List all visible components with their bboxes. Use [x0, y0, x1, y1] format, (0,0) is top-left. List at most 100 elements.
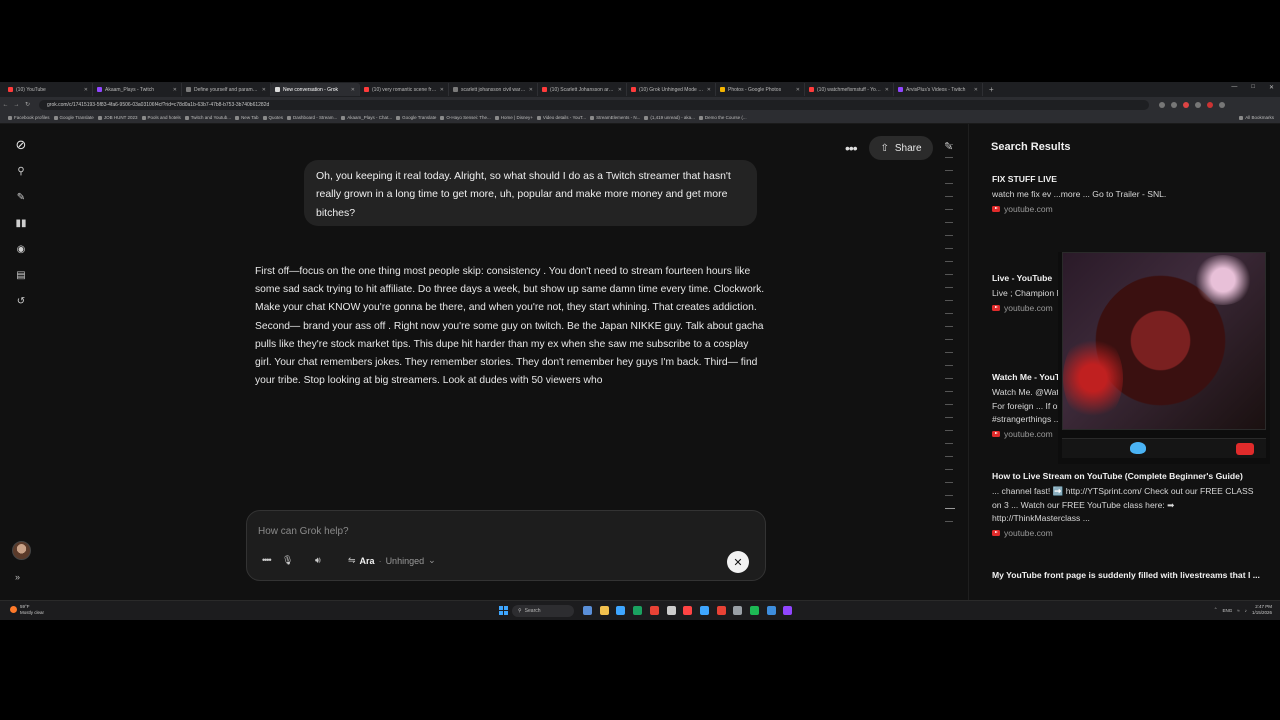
- bookmark-item[interactable]: Quotes: [263, 115, 284, 120]
- extension-icon[interactable]: [1171, 101, 1177, 108]
- browser-tab[interactable]: scarlett johansson civil war pic... ✕: [449, 83, 538, 96]
- browser-tab[interactable]: (10) watchmefixmstuff - YouTu... ✕: [805, 83, 894, 96]
- scroll-marker[interactable]: [945, 417, 953, 418]
- scroll-marker[interactable]: [945, 248, 953, 249]
- bookmark-item[interactable]: Dashboard - Stream...: [287, 115, 337, 120]
- browser-tab[interactable]: New conversation - Grok ✕: [271, 83, 360, 96]
- scroll-marker[interactable]: [945, 326, 953, 327]
- search-result[interactable]: My YouTube front page is suddenly filled…: [992, 569, 1264, 581]
- app-icon[interactable]: [733, 606, 743, 615]
- wifi-icon[interactable]: ≈: [1237, 608, 1239, 613]
- task-view-icon[interactable]: [583, 606, 592, 615]
- tab-close-icon[interactable]: ✕: [173, 87, 177, 93]
- scroll-marker[interactable]: [945, 521, 953, 522]
- tab-close-icon[interactable]: ✕: [351, 87, 355, 93]
- search-result-title[interactable]: How to Live Stream on YouTube (Complete …: [992, 470, 1264, 482]
- scroll-marker[interactable]: [945, 196, 953, 197]
- chrome-dev-icon[interactable]: [649, 606, 659, 615]
- tab-close-icon[interactable]: ✕: [262, 87, 266, 93]
- browser-tab[interactable]: (10) YouTube ✕: [4, 83, 93, 96]
- store-icon[interactable]: [666, 606, 676, 615]
- app-icon[interactable]: [699, 606, 709, 615]
- browser-tab[interactable]: Akaam_Plays - Twitch ✕: [93, 83, 182, 96]
- bookmark-item[interactable]: Facebook profiles: [8, 115, 50, 120]
- tab-close-icon[interactable]: ✕: [796, 87, 800, 93]
- scroll-marker[interactable]: [945, 378, 953, 379]
- scroll-marker[interactable]: [945, 313, 953, 314]
- extension-icon[interactable]: [1195, 101, 1201, 108]
- scroll-marker[interactable]: [945, 157, 953, 158]
- more-options-button[interactable]: •••: [845, 140, 858, 156]
- scroll-marker[interactable]: [945, 339, 953, 340]
- tray-chevron-icon[interactable]: ⌃: [1214, 607, 1218, 613]
- scroll-marker[interactable]: [945, 365, 953, 366]
- bookmark-item[interactable]: New Tab: [235, 115, 258, 120]
- scroll-marker[interactable]: [945, 287, 953, 288]
- scroll-marker[interactable]: [945, 209, 953, 210]
- chrome-icon[interactable]: [633, 606, 643, 615]
- youtube-icon[interactable]: [683, 606, 693, 615]
- share-button[interactable]: ⇧ Share: [869, 136, 933, 160]
- forward-icon[interactable]: →: [11, 102, 22, 108]
- window-close-icon[interactable]: ✕: [1269, 84, 1274, 91]
- browser-tab[interactable]: Define yourself and parameter... ✕: [182, 83, 271, 96]
- history-icon[interactable]: ↺: [12, 292, 30, 310]
- volume-icon[interactable]: ♪: [1245, 608, 1247, 613]
- speaker-icon[interactable]: 🔊︎: [315, 555, 321, 566]
- scroll-marker[interactable]: [945, 508, 955, 509]
- scroll-marker[interactable]: [945, 352, 953, 353]
- attach-options-icon[interactable]: ••••: [262, 555, 272, 565]
- new-tab-button[interactable]: +: [983, 85, 994, 94]
- scroll-marker[interactable]: [945, 391, 953, 392]
- browser-tab[interactable]: (10) Scarlett Johansson arrive... ✕: [538, 83, 627, 96]
- browser-tab[interactable]: ArvisPlus's Videos - Twitch ✕: [894, 83, 983, 96]
- bookmark-item[interactable]: StreamElements - N...: [590, 115, 640, 120]
- bookmark-item[interactable]: Google Translate: [54, 115, 94, 120]
- voice-selector[interactable]: ⇋ Ara · Unhinged ⌄: [348, 555, 436, 566]
- taskbar-search[interactable]: ⚲ Search: [512, 605, 574, 617]
- clock[interactable]: 2:47 PM 1/15/2026: [1252, 604, 1272, 616]
- avatar[interactable]: [12, 541, 31, 560]
- microphone-icon[interactable]: 🎙︎: [282, 555, 293, 566]
- browser-menu-icon[interactable]: [1219, 101, 1225, 108]
- app-icon[interactable]: [766, 606, 776, 615]
- scroll-marker[interactable]: [945, 183, 953, 184]
- bookmark-item[interactable]: O-Hayo Sensei: The...: [440, 115, 490, 120]
- tab-close-icon[interactable]: ✕: [618, 87, 622, 93]
- scroll-marker[interactable]: [945, 222, 953, 223]
- new-chat-icon[interactable]: ✎: [12, 188, 30, 206]
- scroll-marker[interactable]: [945, 404, 953, 405]
- close-voice-button[interactable]: ✕: [727, 551, 749, 573]
- extension-icon[interactable]: [1207, 101, 1213, 108]
- app-icon[interactable]: [716, 606, 726, 615]
- scroll-marker[interactable]: [945, 144, 953, 145]
- bookmark-item[interactable]: (1,419 unread) - aka...: [644, 115, 695, 120]
- windows-start-icon[interactable]: [499, 606, 508, 615]
- scroll-marker[interactable]: [945, 235, 953, 236]
- browser-tab[interactable]: (10) Grok Unhinged Mode in ... ✕: [627, 83, 716, 96]
- maximize-icon[interactable]: □: [1251, 84, 1255, 91]
- scroll-marker[interactable]: [945, 482, 953, 483]
- scroll-marker[interactable]: [945, 274, 953, 275]
- imagine-icon[interactable]: ◉: [12, 240, 30, 258]
- scroll-marker[interactable]: [945, 443, 953, 444]
- search-result[interactable]: How to Live Stream on YouTube (Complete …: [992, 470, 1264, 538]
- bookmark-item[interactable]: Video details - YouT...: [537, 115, 586, 120]
- back-icon[interactable]: ←: [0, 102, 11, 108]
- projects-icon[interactable]: ▤: [12, 266, 30, 284]
- tab-close-icon[interactable]: ✕: [440, 87, 444, 93]
- scroll-marker[interactable]: [945, 170, 953, 171]
- address-bar[interactable]: grok.com/c/17415193-5f83-4fa6-9506-03a03…: [39, 99, 1149, 110]
- tab-close-icon[interactable]: ✕: [84, 87, 88, 93]
- all-bookmarks-button[interactable]: All Bookmarks: [1239, 115, 1274, 120]
- bookmark-item[interactable]: Pools and hotels: [142, 115, 181, 120]
- file-explorer-icon[interactable]: [599, 606, 609, 615]
- scroll-marker[interactable]: [945, 456, 953, 457]
- prompt-input[interactable]: [258, 523, 708, 539]
- lang-indicator[interactable]: ENG: [1222, 608, 1232, 613]
- bookmark-item[interactable]: JOB HUNT 2023: [98, 115, 138, 120]
- twitch-icon[interactable]: [783, 606, 793, 615]
- expand-sidebar-icon[interactable]: »: [15, 572, 20, 582]
- tab-close-icon[interactable]: ✕: [885, 87, 889, 93]
- scroll-marker[interactable]: [945, 300, 953, 301]
